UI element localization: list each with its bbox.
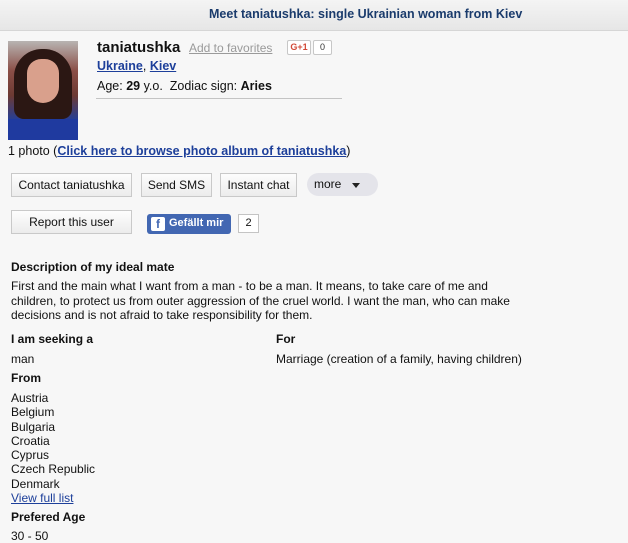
zodiac-label: Zodiac sign: — [169, 79, 241, 93]
facebook-like-count: 2 — [238, 214, 259, 233]
add-to-favorites-link[interactable]: Add to favorites — [189, 41, 272, 55]
list-item: Cyprus — [11, 448, 50, 463]
photo-album-link[interactable]: Click here to browse photo album of tani… — [57, 144, 346, 158]
google-plus-button[interactable]: G+1 — [287, 40, 311, 55]
for-value: Marriage (creation of a family, having c… — [276, 352, 522, 366]
facebook-like-label: Gefällt mir — [169, 217, 224, 229]
more-dropdown[interactable]: more — [307, 173, 378, 196]
facebook-like-button[interactable]: f Gefällt mir — [147, 214, 231, 234]
page-title: Meet taniatushka: single Ukrainian woman… — [209, 7, 523, 21]
location: Ukraine, Kiev — [97, 59, 176, 73]
instant-chat-button[interactable]: Instant chat — [220, 173, 297, 197]
zodiac-value: Aries — [240, 79, 272, 93]
view-full-list-link[interactable]: View full list — [11, 491, 73, 505]
ideal-mate-heading: Description of my ideal mate — [11, 260, 175, 274]
from-countries-list: Austria Belgium Bulgaria Croatia Cyprus … — [11, 391, 95, 505]
list-item: Croatia — [11, 433, 50, 448]
age-value: 29 — [126, 79, 141, 93]
country-link[interactable]: Ukraine — [97, 59, 143, 73]
list-item: Belgium — [11, 405, 55, 420]
age-zodiac-line: Age: 29 y.o. Zodiac sign: Aries — [97, 79, 272, 93]
location-separator: , — [142, 59, 150, 73]
preferred-age-value: 30 - 50 — [11, 529, 49, 543]
list-item: Bulgaria — [11, 419, 56, 434]
ideal-mate-text: First and the main what I want from a ma… — [11, 279, 510, 322]
more-label: more — [314, 177, 342, 191]
preferred-age-heading: Prefered Age — [11, 510, 86, 524]
list-item: Denmark — [11, 476, 60, 491]
photo-count-close: ) — [346, 144, 351, 158]
profile-photo[interactable] — [8, 41, 78, 140]
profile-username: taniatushka — [97, 39, 181, 56]
city-link[interactable]: Kiev — [150, 59, 176, 73]
chevron-down-icon — [352, 183, 360, 188]
send-sms-button[interactable]: Send SMS — [141, 173, 212, 197]
page-header: Meet taniatushka: single Ukrainian woman… — [0, 0, 628, 31]
photo-count: 1 photo (Click here to browse photo albu… — [8, 144, 350, 158]
facebook-icon: f — [151, 217, 165, 231]
photo-face — [27, 59, 59, 103]
list-item: Czech Republic — [11, 462, 96, 477]
contact-button[interactable]: Contact taniatushka — [11, 173, 132, 197]
google-plus-count: 0 — [313, 40, 332, 55]
seeking-value: man — [11, 352, 35, 366]
photo-shirt — [8, 119, 78, 140]
seeking-heading: I am seeking a — [11, 332, 94, 346]
age-label: Age: — [97, 79, 127, 93]
from-heading: From — [11, 371, 41, 385]
for-heading: For — [276, 332, 296, 346]
photo-count-text: 1 photo ( — [8, 144, 58, 158]
profile-divider — [96, 98, 342, 99]
list-item: Austria — [11, 391, 49, 405]
age-unit: y.o. — [140, 79, 163, 93]
report-user-button[interactable]: Report this user — [11, 210, 132, 234]
